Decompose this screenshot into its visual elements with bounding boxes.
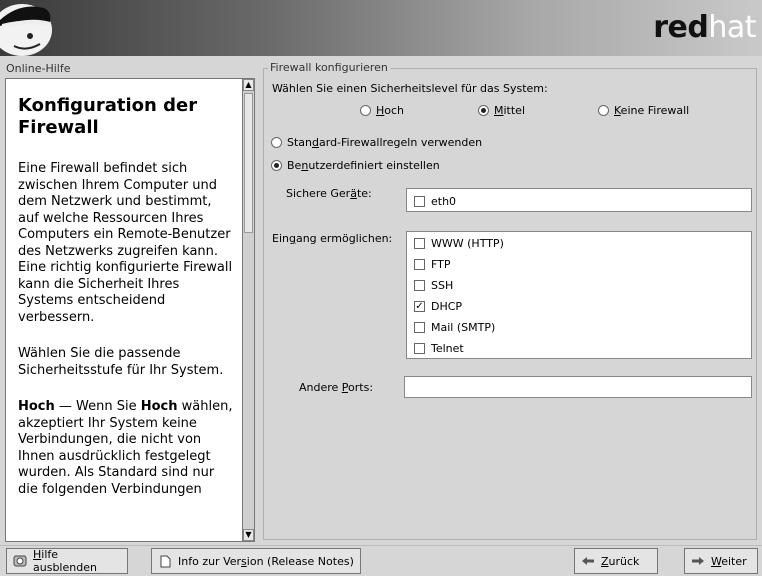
brand-light-text: hat <box>708 10 756 45</box>
radio-custom[interactable]: Benutzerdefiniert einstellen <box>271 159 440 172</box>
brand-bold-text: red <box>653 10 709 45</box>
scrollbar-thumb[interactable] <box>244 93 253 233</box>
radio-indicator <box>271 137 282 148</box>
service-label: DHCP <box>431 300 463 313</box>
radio-hoch[interactable]: Hoch <box>360 104 404 117</box>
service-dhcp[interactable]: ✓ DHCP <box>414 300 462 313</box>
service-ftp[interactable]: FTP <box>414 258 451 271</box>
radio-hoch-label: Hoch <box>376 104 405 117</box>
radio-indicator <box>478 105 489 116</box>
firewall-frame-title: Firewall konfigurieren <box>268 61 390 74</box>
arrow-right-icon <box>691 555 705 567</box>
service-label: Telnet <box>431 342 464 355</box>
service-ssh[interactable]: SSH <box>414 279 453 292</box>
help-heading: Konfiguration der Firewall <box>18 95 198 138</box>
other-ports-input[interactable] <box>404 376 752 398</box>
help-paragraph-3: Hoch — Wenn Sie Hoch wählen, akzeptiert … <box>18 399 233 497</box>
next-button[interactable]: Weiter <box>684 548 758 574</box>
service-www[interactable]: WWW (HTTP) <box>414 237 504 250</box>
radio-indicator <box>360 105 371 116</box>
radio-mittel[interactable]: Mittel <box>478 104 525 117</box>
help-section-title: Online-Hilfe <box>6 62 71 75</box>
radio-indicator <box>271 160 282 171</box>
service-label: WWW (HTTP) <box>431 237 504 250</box>
trusted-devices-label: Sichere Geräte: <box>286 187 372 200</box>
checkbox[interactable] <box>414 196 425 207</box>
radio-standard-rules[interactable]: Standard-Firewallregeln verwenden <box>271 136 482 149</box>
radio-keine-firewall[interactable]: Keine Firewall <box>598 104 689 117</box>
arrow-left-icon <box>581 555 595 567</box>
back-button[interactable]: Zurück <box>574 548 658 574</box>
help-bold-hoch-2: Hoch <box>140 399 178 414</box>
trusted-device-eth0[interactable]: eth0 <box>414 195 456 208</box>
incoming-services-list[interactable]: WWW (HTTP) FTP SSH ✓ DHCP Mail (SMTP) Te… <box>406 231 752 359</box>
header-banner: redhat <box>0 0 762 56</box>
radio-mittel-label: Mittel <box>494 104 526 117</box>
checkbox[interactable] <box>414 238 425 249</box>
help-bold-hoch: Hoch <box>18 399 55 414</box>
footer-separator <box>0 545 762 546</box>
help-paragraph-2: Wählen Sie die passende Sicherheitsstufe… <box>18 346 224 378</box>
scroll-down-arrow-icon[interactable]: ▼ <box>243 529 254 541</box>
scroll-up-arrow-icon[interactable]: ▲ <box>243 79 254 91</box>
help-paragraph-1: Eine Firewall befindet sich zwischen Ihr… <box>18 161 233 325</box>
shadowman-logo-icon <box>0 4 52 56</box>
hide-help-button[interactable]: Hilfe ausblenden <box>6 548 128 574</box>
help-icon <box>13 555 27 567</box>
release-notes-label: Info zur Version (Release Notes) <box>178 554 354 568</box>
next-label: Weiter <box>711 554 747 568</box>
checkbox[interactable] <box>414 322 425 333</box>
checkbox[interactable] <box>414 259 425 270</box>
checkbox[interactable] <box>414 343 425 354</box>
service-label: Mail (SMTP) <box>431 321 496 334</box>
other-ports-label: Andere Ports: <box>299 381 374 394</box>
radio-standard-rules-label: Standard-Firewallregeln verwenden <box>287 136 483 149</box>
redhat-wordmark: redhat <box>653 10 756 45</box>
service-label: SSH <box>431 279 454 292</box>
radio-indicator <box>598 105 609 116</box>
radio-keine-firewall-label: Keine Firewall <box>614 104 690 117</box>
release-notes-button[interactable]: Info zur Version (Release Notes) <box>151 548 361 574</box>
hide-help-label: Hilfe ausblenden <box>33 548 97 574</box>
help-scrollbar[interactable]: ▲ ▼ <box>242 78 255 542</box>
document-icon <box>158 555 172 567</box>
radio-custom-label: Benutzerdefiniert einstellen <box>287 159 440 172</box>
service-telnet[interactable]: Telnet <box>414 342 464 355</box>
service-mail[interactable]: Mail (SMTP) <box>414 321 495 334</box>
checkbox[interactable] <box>414 280 425 291</box>
trusted-devices-list[interactable]: eth0 <box>406 188 752 212</box>
security-level-prompt: Wählen Sie einen Sicherheitslevel für da… <box>272 82 548 95</box>
checkbox-checked[interactable]: ✓ <box>414 301 425 312</box>
back-label: Zurück <box>601 554 640 568</box>
help-panel[interactable]: Konfiguration der Firewall Eine Firewall… <box>5 78 243 542</box>
trusted-device-label: eth0 <box>431 195 457 208</box>
incoming-label: Eingang ermöglichen: <box>272 232 393 245</box>
service-label: FTP <box>431 258 451 271</box>
